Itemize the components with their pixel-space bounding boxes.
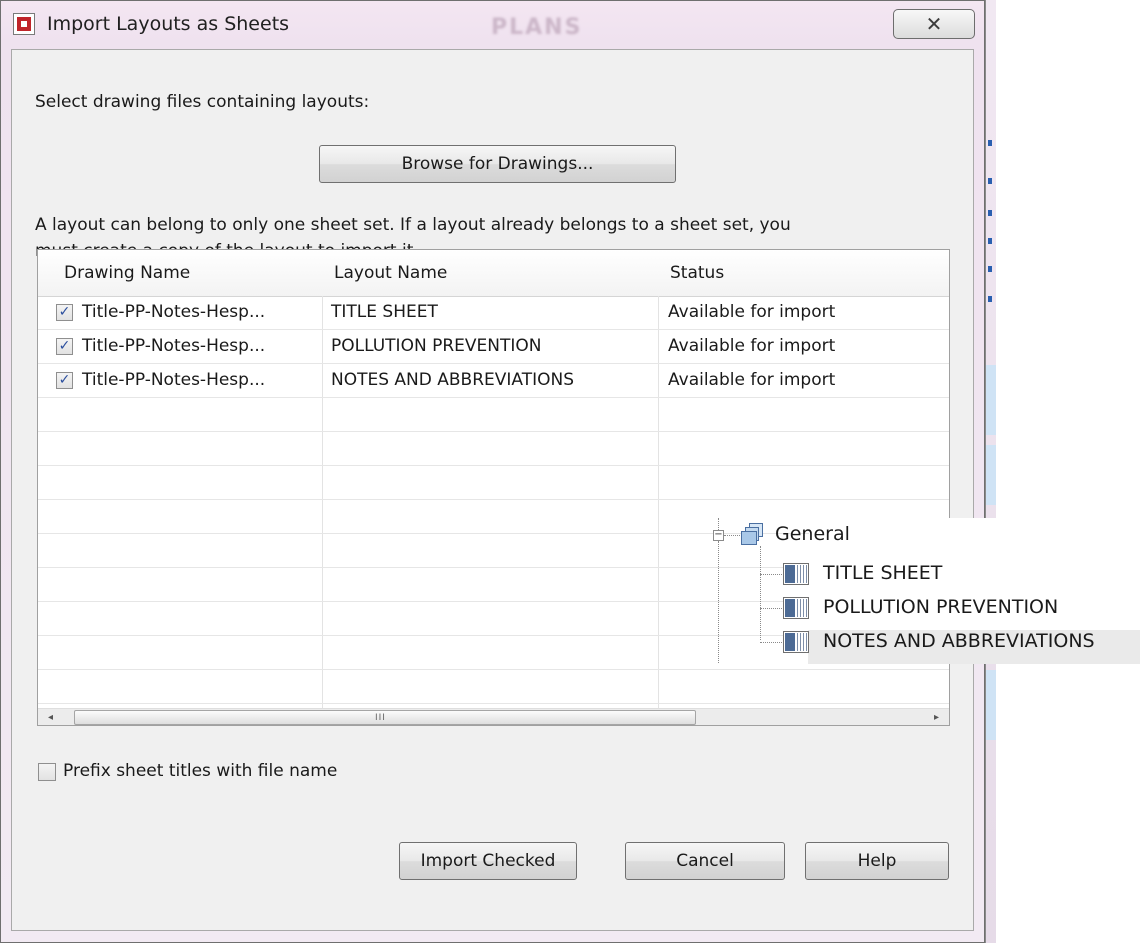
horizontal-scrollbar[interactable]: ◂ III ▸ <box>38 708 949 725</box>
empty-row <box>38 398 949 432</box>
empty-row <box>38 466 949 500</box>
sheet-icon <box>783 631 809 653</box>
row-checkbox[interactable]: ✓ <box>56 338 73 355</box>
background-window-edge <box>985 0 996 943</box>
scrollbar-thumb[interactable]: III <box>74 710 696 725</box>
tree-group-general[interactable]: General <box>775 523 850 545</box>
scroll-left-icon[interactable]: ◂ <box>42 709 59 725</box>
table-header: Drawing Name Layout Name Status <box>38 250 949 297</box>
title-bar[interactable]: Import Layouts as Sheets PLANS ✕ <box>1 1 984 45</box>
status-cell: Available for import <box>668 336 836 356</box>
tree-item-sheet[interactable]: TITLE SHEET <box>823 562 942 584</box>
note-line-1: A layout can belong to only one sheet se… <box>35 215 791 235</box>
close-icon: ✕ <box>925 12 943 36</box>
tree-item-sheet[interactable]: POLLUTION PREVENTION <box>823 596 1058 618</box>
sheet-icon <box>783 597 809 619</box>
sheet-set-group-icon <box>741 523 765 545</box>
column-header-drawing-name[interactable]: Drawing Name <box>50 250 320 296</box>
empty-row <box>38 670 949 704</box>
table-row[interactable]: ✓ Title-PP-Notes-Hesp... TITLE SHEET Ava… <box>38 296 949 330</box>
close-button[interactable]: ✕ <box>893 9 975 39</box>
layout-name-cell: POLLUTION PREVENTION <box>331 336 542 356</box>
table-row[interactable]: ✓ Title-PP-Notes-Hesp... NOTES AND ABBRE… <box>38 364 949 398</box>
cancel-button[interactable]: Cancel <box>625 842 785 880</box>
scrollbar-grip-icon: III <box>375 713 386 723</box>
empty-row <box>38 432 949 466</box>
import-checked-button[interactable]: Import Checked <box>399 842 577 880</box>
sheet-icon <box>783 563 809 585</box>
status-cell: Available for import <box>668 370 836 390</box>
column-header-layout-name[interactable]: Layout Name <box>320 250 656 296</box>
tree-item-sheet[interactable]: NOTES AND ABBREVIATIONS <box>823 630 1095 652</box>
import-layouts-dialog: Import Layouts as Sheets PLANS ✕ Select … <box>0 0 985 943</box>
layout-name-cell: NOTES AND ABBREVIATIONS <box>331 370 575 390</box>
autocad-app-icon[interactable] <box>13 13 35 35</box>
sheet-set-tree[interactable]: − General TITLE SHEET POLLUTION PREVENTI… <box>705 518 1140 664</box>
row-checkbox[interactable]: ✓ <box>56 372 73 389</box>
browse-for-drawings-button[interactable]: Browse for Drawings... <box>319 145 676 183</box>
drawing-name-cell: Title-PP-Notes-Hesp... <box>82 302 266 322</box>
prefix-sheet-titles-checkbox[interactable] <box>38 763 56 781</box>
window-title: Import Layouts as Sheets <box>47 13 290 35</box>
scroll-right-icon[interactable]: ▸ <box>928 709 945 725</box>
drawing-name-cell: Title-PP-Notes-Hesp... <box>82 336 266 356</box>
row-checkbox[interactable]: ✓ <box>56 304 73 321</box>
layout-name-cell: TITLE SHEET <box>331 302 438 322</box>
prefix-sheet-titles-label[interactable]: Prefix sheet titles with file name <box>63 761 337 781</box>
status-cell: Available for import <box>668 302 836 322</box>
column-header-status[interactable]: Status <box>656 250 949 296</box>
select-drawings-label: Select drawing files containing layouts: <box>35 92 370 112</box>
background-watermark: PLANS <box>491 15 583 40</box>
drawing-name-cell: Title-PP-Notes-Hesp... <box>82 370 266 390</box>
help-button[interactable]: Help <box>805 842 949 880</box>
collapse-icon[interactable]: − <box>713 530 724 541</box>
table-row[interactable]: ✓ Title-PP-Notes-Hesp... POLLUTION PREVE… <box>38 330 949 364</box>
